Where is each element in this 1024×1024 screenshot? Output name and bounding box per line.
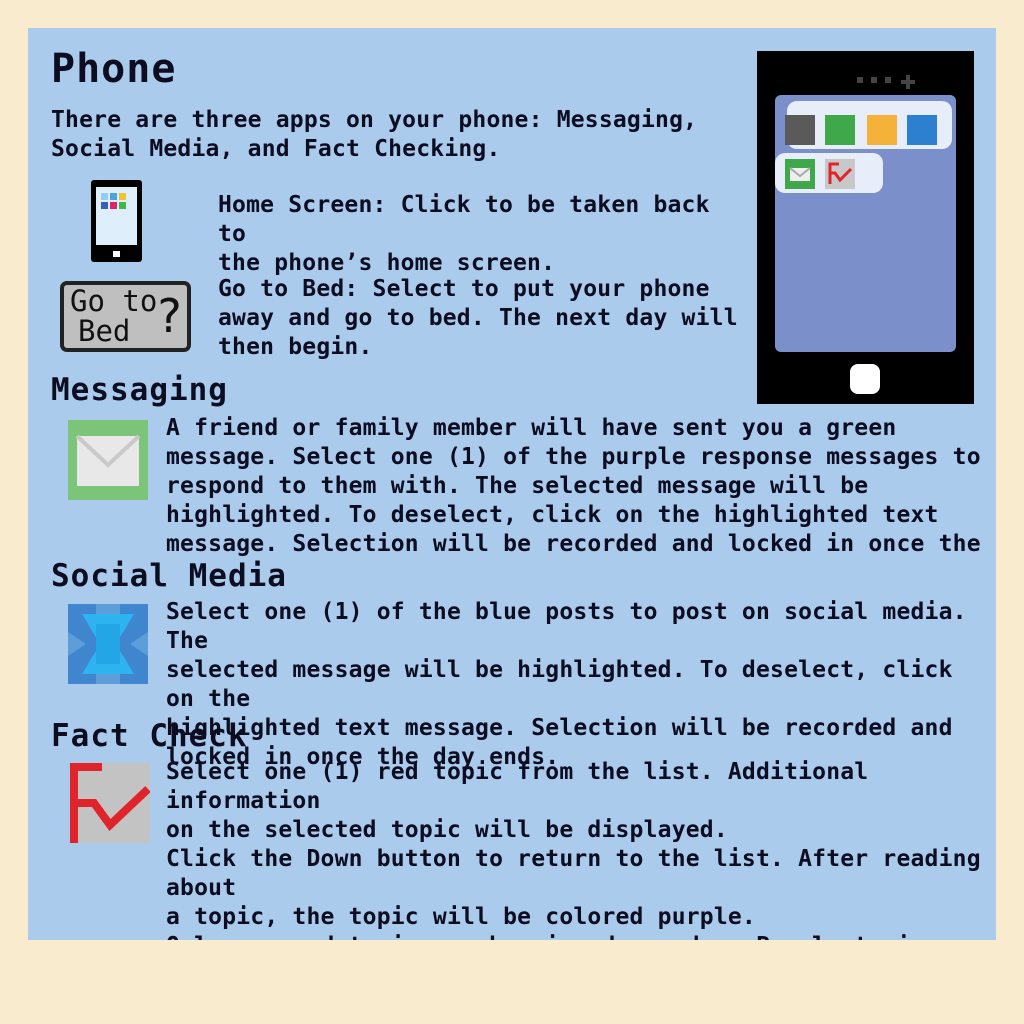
fact-check-icon: [70, 763, 151, 847]
home-screen-description: Home Screen: Click to be taken back to t…: [218, 192, 710, 276]
envelope-icon: [68, 420, 148, 504]
go-to-bed-description: Go to Bed: Select to put your phone away…: [218, 276, 738, 360]
phone-status-dots: [857, 73, 917, 89]
help-panel: Phone There are three apps on your phone…: [28, 28, 996, 940]
phone-intro-text: There are three apps on your phone: Mess…: [51, 107, 698, 162]
phone-illustration: [757, 51, 974, 404]
messaging-heading: Messaging: [51, 372, 228, 408]
messaging-description: A friend or family member will have sent…: [166, 415, 981, 556]
fact-check-app-icon: [825, 159, 855, 189]
go-to-bed-label-line1: Go to: [70, 284, 158, 318]
go-to-bed-icon: Go to Bed ?: [60, 281, 191, 352]
go-to-bed-question-mark: ?: [155, 289, 183, 343]
social-media-heading: Social Media: [51, 558, 287, 594]
messaging-text-container: A friend or family member will have sent…: [166, 414, 986, 556]
settings-app-icon: [785, 115, 815, 145]
go-to-bed-label-line2: Bed: [78, 314, 131, 348]
fact-check-heading: Fact Check: [51, 718, 248, 754]
page-title: Phone: [51, 46, 177, 92]
sun-app-icon: [867, 115, 897, 145]
messaging-app-icon: [785, 159, 815, 189]
phone-home-button: [850, 364, 880, 394]
social-media-description: Select one (1) of the blue posts to post…: [166, 599, 967, 770]
fact-check-description: Select one (1) red topic from the list. …: [166, 759, 981, 940]
phone-screen: [775, 95, 956, 352]
social-media-icon: [68, 604, 148, 688]
phone-icon: [91, 180, 142, 266]
social-app-icon: [907, 115, 937, 145]
check-app-icon: [825, 115, 855, 145]
